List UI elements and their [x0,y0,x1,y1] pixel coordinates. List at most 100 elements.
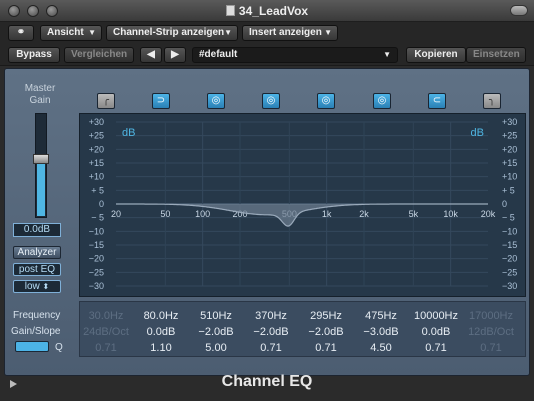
channel-strip-menu[interactable]: Channel-Strip anzeigen ▼ [106,25,238,41]
gain-slope-row-label: Gain/Slope [11,326,61,337]
plugin-name: Channel EQ [221,373,313,390]
band-7-q[interactable]: 0.71 [409,342,463,354]
band-1-gain[interactable]: 24dB/Oct [79,326,133,338]
db-tick-left: +20 [89,144,104,154]
eq-graph[interactable]: +30 +30 +25 +25 +20 +20 +15 +15 +10 +10 + 5 + 5 0 0 − … [79,113,526,297]
band-3-toggle[interactable]: ◎ [207,93,225,109]
bypass-button[interactable]: Bypass [8,47,60,63]
copy-button[interactable]: Kopieren [406,47,466,63]
db-tick-right: +25 [502,131,517,141]
paste-button[interactable]: Einsetzen [466,47,526,63]
analyzer-resolution-menu[interactable]: low ⬍ [13,280,61,293]
master-gain-handle[interactable] [33,154,49,165]
band-3-gain[interactable]: −2.0dB [189,326,243,338]
db-tick-right: +30 [502,117,517,127]
band-4-gain[interactable]: −2.0dB [244,326,298,338]
band-6-gain[interactable]: −3.0dB [354,326,408,338]
analyzer-mode-button[interactable]: post EQ [13,263,61,276]
freq-tick: 10k [443,209,458,219]
band-8-toggle[interactable]: ╮ [483,93,501,109]
band-2-gain[interactable]: 0.0dB [134,326,188,338]
previous-preset-button[interactable]: ◀ [140,47,162,63]
db-tick-right: −10 [502,226,517,236]
frequency-row-label: Frequency [13,310,61,321]
analyzer-resolution-label: low [24,281,40,292]
band-1-freq[interactable]: 30.0Hz [79,310,133,322]
triangle-left-icon: ◀ [147,49,155,60]
band-3-freq[interactable]: 510Hz [189,310,243,322]
db-tick-left: +30 [89,117,104,127]
toolbar-toggle-button[interactable] [510,5,528,16]
db-tick-right: −15 [502,240,517,250]
db-tick-left: −30 [89,281,104,291]
band-4-q[interactable]: 0.71 [244,342,298,354]
db-tick-right: +20 [502,144,517,154]
freq-tick: 2k [359,209,369,219]
db-tick-right: −25 [502,267,517,277]
chevron-down-icon: ▼ [324,28,332,37]
freq-tick: 100 [195,209,210,219]
band-6-toggle[interactable]: ◎ [373,93,391,109]
band-1-toggle[interactable]: ╭ [97,93,115,109]
db-tick-left: − 5 [91,213,104,223]
band-5-freq[interactable]: 295Hz [299,310,353,322]
q-couple-toggle[interactable] [15,341,49,352]
analyzer-button[interactable]: Analyzer [13,246,61,259]
db-tick-right: − 5 [502,213,515,223]
view-menu[interactable]: Ansicht ▼ [40,25,102,41]
band-7-freq[interactable]: 10000Hz [409,310,463,322]
db-tick-left: −25 [89,267,104,277]
next-preset-button[interactable]: ▶ [164,47,186,63]
compare-button[interactable]: Vergleichen [64,47,134,63]
link-button[interactable]: ⚭ [8,25,34,41]
title-bar: 34_LeadVox [0,0,534,22]
db-tick-right: + 5 [502,185,515,195]
band-7-gain[interactable]: 0.0dB [409,326,463,338]
band-8-gain[interactable]: 12dB/Oct [464,326,518,338]
db-tick-left: 0 [99,199,104,209]
db-tick-left: −20 [89,254,104,264]
band-6-q[interactable]: 4.50 [354,342,408,354]
master-gain-value[interactable]: 0.0dB [13,223,61,237]
master-gain-slider[interactable] [33,113,49,218]
db-unit-left: dB [122,127,135,139]
chevron-down-icon: ▼ [88,28,96,37]
band-8-freq[interactable]: 17000Hz [464,310,518,322]
db-tick-right: +10 [502,172,517,182]
band-2-q[interactable]: 1.10 [134,342,188,354]
preset-name: #default [199,49,238,60]
db-tick-left: + 5 [91,185,104,195]
freq-tick: 20 [111,209,121,219]
low-shelf-icon: ⊃ [156,95,166,106]
band-4-toggle[interactable]: ◎ [262,93,280,109]
db-tick-left: +10 [89,172,104,182]
preset-menu[interactable]: #default ▼ [192,47,398,63]
insert-menu[interactable]: Insert anzeigen ▼ [242,25,338,41]
band-5-toggle[interactable]: ◎ [317,93,335,109]
eq-curve-fill [116,204,488,227]
db-tick-right: −20 [502,254,517,264]
bell-icon: ◎ [266,95,276,106]
band-5-q[interactable]: 0.71 [299,342,353,354]
band-8-q[interactable]: 0.71 [464,342,518,354]
band-1-q[interactable]: 0.71 [79,342,133,354]
channel-eq-plugin: Master Gain 0.0dB Analyzer post EQ low ⬍… [4,68,530,376]
band-6-freq[interactable]: 475Hz [354,310,408,322]
stepper-icon: ⬍ [42,282,50,291]
view-menu-label: Ansicht [47,27,84,38]
band-7-toggle[interactable]: ⊂ [428,93,446,109]
band-3-q[interactable]: 5.00 [189,342,243,354]
channel-strip-label: Channel-Strip anzeigen [113,27,225,38]
db-tick-left: +15 [89,158,104,168]
band-2-toggle[interactable]: ⊃ [152,93,170,109]
db-tick-right: +15 [502,158,517,168]
db-tick-right: −30 [502,281,517,291]
band-2-freq[interactable]: 80.0Hz [134,310,188,322]
db-tick-left: −10 [89,226,104,236]
band-5-gain[interactable]: −2.0dB [299,326,353,338]
band-4-freq[interactable]: 370Hz [244,310,298,322]
low-cut-icon: ╭ [102,95,110,106]
link-icon: ⚭ [16,27,26,38]
q-row-label: Q [55,342,63,353]
db-tick-left: +25 [89,131,104,141]
